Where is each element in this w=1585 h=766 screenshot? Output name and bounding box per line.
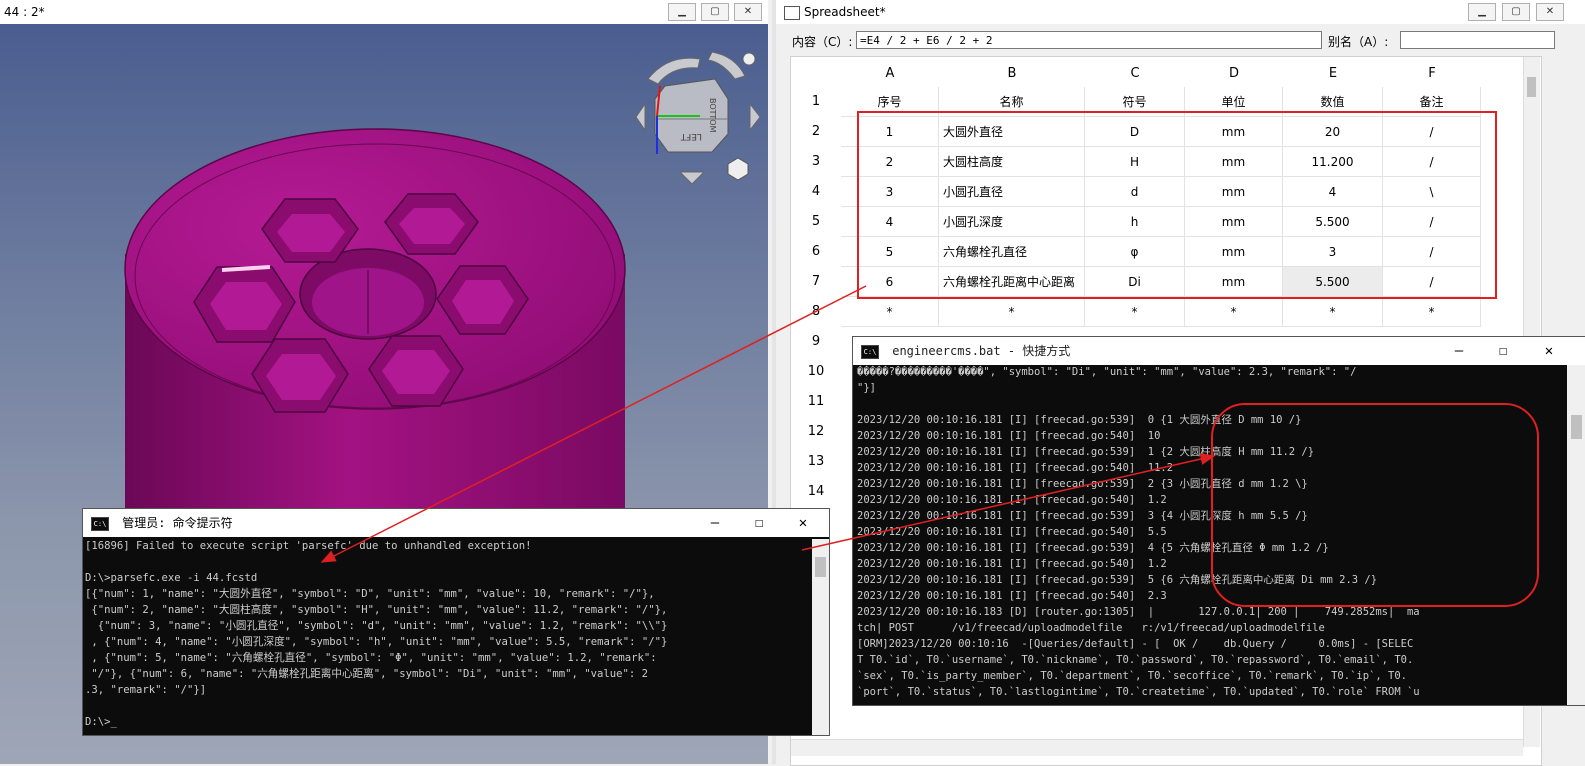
- maximize-button[interactable]: ☐: [1483, 337, 1523, 365]
- row-header[interactable]: 8: [791, 297, 841, 327]
- scrollbar-thumb[interactable]: [1527, 77, 1536, 97]
- table-cell[interactable]: *: [1185, 297, 1283, 327]
- row-header[interactable]: 13: [791, 447, 841, 477]
- console-line: D:\>parsefc.exe -i 44.fcstd: [85, 572, 258, 584]
- row-header[interactable]: 2: [791, 117, 841, 147]
- close-button[interactable]: ✕: [1529, 337, 1569, 365]
- svg-text:LEFT: LEFT: [680, 131, 702, 141]
- console-line: , {"num": 5, "name": "六角螺栓孔直径", "symbol"…: [85, 652, 657, 664]
- command-prompt-line[interactable]: D:\>_: [85, 715, 117, 731]
- console-line: 2023/12/20 00:10:16.181 [I] [freecad.go:…: [857, 430, 1161, 442]
- console-line: [16896] Failed to execute script 'parsef…: [85, 540, 532, 552]
- maximize-button[interactable]: ▢: [701, 3, 729, 21]
- table-cell[interactable]: *: [1085, 297, 1185, 327]
- close-button[interactable]: ✕: [1536, 3, 1564, 21]
- minimize-button[interactable]: ▁: [1468, 3, 1496, 21]
- highlight-box: [1211, 403, 1539, 607]
- column-header-b[interactable]: B: [939, 57, 1085, 87]
- console-line: 2023/12/20 00:10:16.181 [I] [freecad.go:…: [857, 526, 1167, 538]
- svg-text:BOTTOM: BOTTOM: [708, 98, 717, 133]
- console-line: "/"}, {"num": 6, "name": "六角螺栓孔距离中心距离", …: [85, 668, 648, 680]
- cmd-prompt-window[interactable]: C:\ 管理员: 命令提示符 — ☐ ✕ [16896] Failed to e…: [82, 508, 830, 736]
- content-input[interactable]: =E4 / 2 + E6 / 2 + 2: [856, 31, 1322, 49]
- console-line: tch| POST /v1/freecad/uploadmodelfile r:…: [857, 622, 1325, 634]
- alias-label: 别名（A）:: [1328, 35, 1389, 49]
- engineer-title: engineercms.bat - 快捷方式: [892, 344, 1071, 358]
- vertical-scrollbar[interactable]: [1567, 365, 1585, 705]
- console-icon: C:\: [861, 344, 879, 359]
- maximize-button[interactable]: ☐: [739, 509, 779, 537]
- column-header-e[interactable]: E: [1283, 57, 1383, 87]
- maximize-button[interactable]: ▢: [1502, 3, 1530, 21]
- column-header-c[interactable]: C: [1085, 57, 1185, 87]
- cmd-output: [16896] Failed to execute script 'parsef…: [83, 539, 811, 735]
- console-line: , {"num": 4, "name": "小圆孔深度", "symbol": …: [85, 636, 668, 648]
- minimize-button[interactable]: ▁: [668, 3, 696, 21]
- alias-input[interactable]: [1400, 31, 1555, 49]
- console-line: [ORM]2023/12/20 00:10:16 -[Queries/defau…: [857, 638, 1414, 650]
- console-line: {"num": 3, "name": "小圆孔直径", "symbol": "d…: [85, 620, 668, 632]
- console-line: {"num": 2, "name": "大圆柱高度", "symbol": "H…: [85, 604, 668, 616]
- row-header[interactable]: 5: [791, 207, 841, 237]
- table-cell[interactable]: *: [1283, 297, 1383, 327]
- console-line: [{"num": 1, "name": "大圆外直径", "symbol": "…: [85, 588, 655, 600]
- console-line: 2023/12/20 00:10:16.181 [I] [freecad.go:…: [857, 558, 1167, 570]
- row-header[interactable]: 14: [791, 477, 841, 507]
- console-line: �����?���������'����", "symbol": "Di", "…: [857, 366, 1357, 378]
- row-header[interactable]: 10: [791, 357, 841, 387]
- console-line: T T0.`id`, T0.`username`, T0.`nickname`,…: [857, 654, 1414, 666]
- highlight-box: [857, 111, 1497, 299]
- formula-bar: 内容（C）: =E4 / 2 + E6 / 2 + 2 别名（A）:: [776, 26, 1585, 54]
- scrollbar-thumb[interactable]: [815, 557, 826, 577]
- horizontal-scrollbar[interactable]: [791, 739, 1523, 756]
- row-header[interactable]: 7: [791, 267, 841, 297]
- column-header-d[interactable]: D: [1185, 57, 1283, 87]
- spreadsheet-title: Spreadsheet*: [804, 5, 886, 19]
- row-header[interactable]: 9: [791, 327, 841, 357]
- console-line: "}]: [857, 382, 876, 394]
- row-header[interactable]: 3: [791, 147, 841, 177]
- row-header[interactable]: 11: [791, 387, 841, 417]
- engineer-titlebar: C:\ engineercms.bat - 快捷方式 — ☐ ✕: [853, 337, 1585, 365]
- close-button[interactable]: ✕: [783, 509, 823, 537]
- row-header[interactable]: 12: [791, 417, 841, 447]
- row-header[interactable]: 6: [791, 237, 841, 267]
- console-line: `port`, T0.`status`, T0.`lastlogintime`,…: [857, 686, 1420, 698]
- row-header[interactable]: 1: [791, 87, 841, 117]
- content-label: 内容（C）:: [792, 35, 853, 49]
- console-line: 2023/12/20 00:10:16.181 [I] [freecad.go:…: [857, 462, 1174, 474]
- column-header-a[interactable]: A: [841, 57, 939, 87]
- close-button[interactable]: ✕: [734, 3, 762, 21]
- console-line: 2023/12/20 00:10:16.181 [I] [freecad.go:…: [857, 590, 1167, 602]
- minimize-button[interactable]: —: [695, 509, 735, 537]
- column-header-f[interactable]: F: [1383, 57, 1481, 87]
- console-line: 2023/12/20 00:10:16.181 [I] [freecad.go:…: [857, 494, 1167, 506]
- minimize-button[interactable]: —: [1439, 337, 1479, 365]
- view3d-title: 44 : 2*: [4, 5, 45, 19]
- engineercms-console-window[interactable]: C:\ engineercms.bat - 快捷方式 — ☐ ✕ �����?�…: [852, 336, 1585, 706]
- console-icon: C:\: [91, 516, 109, 531]
- console-line: 2023/12/20 00:10:16.183 [D] [router.go:1…: [857, 606, 1420, 618]
- spreadsheet-titlebar: Spreadsheet* ▁ ▢ ✕: [776, 0, 1585, 24]
- vertical-scrollbar[interactable]: [812, 539, 829, 735]
- cmd-title: 管理员: 命令提示符: [122, 516, 233, 530]
- cmd-titlebar: C:\ 管理员: 命令提示符 — ☐ ✕: [83, 509, 829, 537]
- scrollbar-thumb[interactable]: [1571, 415, 1582, 439]
- view3d-titlebar: 44 : 2* ▁ ▢ ✕: [0, 0, 768, 25]
- nav-cube[interactable]: BOTTOM LEFT: [635, 51, 761, 185]
- row-header[interactable]: 4: [791, 177, 841, 207]
- spreadsheet-icon: [784, 6, 800, 20]
- table-cell[interactable]: *: [1383, 297, 1481, 327]
- table-cell[interactable]: *: [841, 297, 939, 327]
- console-line: `sex`, T0.`is_party_member`, T0.`departm…: [857, 670, 1407, 682]
- table-cell[interactable]: *: [939, 297, 1085, 327]
- console-line: .3, "remark": "/"}]: [85, 684, 207, 696]
